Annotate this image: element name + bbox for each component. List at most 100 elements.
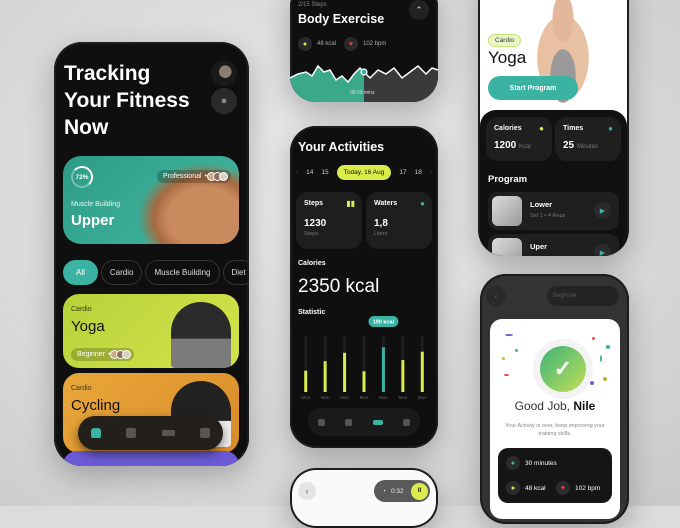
- avatar-group: [110, 350, 132, 359]
- play-icon[interactable]: ▶: [594, 202, 611, 219]
- card-category: Muscle Building: [71, 201, 121, 208]
- play-icon[interactable]: ▶: [594, 244, 611, 256]
- progress-ring: 72%: [71, 166, 93, 188]
- bottom-nav: [78, 416, 223, 450]
- confetti: [502, 357, 505, 360]
- bar[interactable]: [401, 360, 405, 392]
- clock-icon: ●: [608, 124, 613, 133]
- level-label: Beginner: [77, 351, 106, 358]
- tile-value: 1,8: [374, 218, 388, 229]
- activities-screen: Your Activities ‹ 14 15 Today, 16 Aug 17…: [290, 126, 438, 448]
- date-item[interactable]: 17: [399, 169, 406, 176]
- tile-label: Waters: [374, 200, 398, 207]
- confetti: [592, 337, 595, 340]
- confetti: [505, 334, 513, 336]
- back-button[interactable]: ‹: [486, 286, 506, 306]
- home-icon[interactable]: [90, 428, 101, 438]
- elapsed-time: 08:03 mins: [350, 90, 375, 96]
- start-program-button[interactable]: Start Program: [488, 76, 578, 100]
- user-name: Nile: [573, 399, 596, 413]
- kcal-value: 48 kcal: [525, 484, 546, 492]
- chip-cardio[interactable]: Cardio: [100, 260, 143, 285]
- bar[interactable]: [323, 361, 327, 392]
- crown-icon[interactable]: [200, 428, 211, 438]
- bell-icon[interactable]: ●: [211, 88, 237, 114]
- calendar-icon[interactable]: [126, 428, 137, 438]
- confetti: [515, 349, 518, 352]
- tile-label: Calories: [494, 125, 522, 132]
- tile-unit: Kcal: [519, 144, 531, 150]
- confetti: [590, 381, 594, 385]
- bar[interactable]: [362, 371, 366, 392]
- bar[interactable]: [304, 370, 308, 392]
- filter-chips: All Cardio Muscle Building Diet: [63, 260, 249, 285]
- program-heading: Program: [488, 174, 528, 185]
- heart-icon: ♥: [556, 481, 570, 495]
- stopwatch-icon: ◔: [382, 487, 386, 495]
- exercise-thumbnail: [492, 238, 522, 256]
- bpm-stat: ♥ 102 bpm: [344, 37, 386, 51]
- x-tick-label: Mon: [301, 395, 310, 400]
- date-item[interactable]: 14: [306, 169, 313, 176]
- back-button[interactable]: ‹: [298, 482, 316, 500]
- date-item-today[interactable]: Today, 16 Aug: [336, 165, 392, 180]
- prev-icon[interactable]: ‹: [296, 169, 298, 176]
- confetti: [504, 374, 509, 376]
- x-tick-label: Mon: [418, 395, 427, 400]
- chip-muscle-building[interactable]: Muscle Building: [145, 260, 220, 285]
- avatar[interactable]: [211, 60, 237, 86]
- featured-card[interactable]: 72% Professional • Muscle Building Upper: [63, 156, 239, 244]
- confetti: [606, 345, 610, 349]
- date-item[interactable]: 18: [415, 169, 422, 176]
- workout-screen: ‹ ◔ 0:32 II: [290, 468, 438, 528]
- exercise-thumbnail: [492, 196, 522, 226]
- card-name: Yoga: [71, 318, 105, 335]
- bar[interactable]: [420, 351, 424, 392]
- bar[interactable]: [381, 347, 385, 392]
- result-summary: ● 30 minutes ● 48 kcal ♥ 102 bpm: [498, 448, 612, 503]
- kcal-value: 48 kcal: [317, 41, 337, 47]
- tile-unit: Steps: [304, 231, 319, 237]
- program-item[interactable]: Uper ▶: [488, 234, 619, 256]
- tooltip-label: 190 kcal: [373, 320, 395, 326]
- flame-icon: ●: [298, 37, 312, 51]
- bottom-nav: [308, 408, 420, 436]
- x-tick-label: Mon: [340, 395, 349, 400]
- crown-icon[interactable]: [402, 418, 410, 426]
- chip-diet[interactable]: Diet: [222, 260, 249, 285]
- pause-button[interactable]: II: [411, 482, 428, 500]
- dumbbell-icon[interactable]: [161, 430, 175, 436]
- card-name: Upper: [71, 212, 115, 229]
- tile-unit: Liters: [374, 231, 388, 237]
- droplet-icon: ●: [420, 199, 425, 208]
- bpm-value: 102 bpm: [363, 41, 387, 47]
- calendar-icon[interactable]: [345, 418, 353, 426]
- clock-icon: ●: [506, 456, 520, 470]
- program-card-yoga[interactable]: Cardio Yoga Beginner •: [63, 294, 239, 368]
- flame-icon: ●: [539, 124, 544, 133]
- step-counter: 2/15 Steps: [298, 2, 327, 8]
- chip-all[interactable]: All: [63, 260, 98, 285]
- dumbbell-icon[interactable]: [372, 419, 383, 425]
- program-details: Calories ● 1200 Kcal Times ● 25 Minutes …: [480, 110, 627, 256]
- program-card-next[interactable]: [63, 451, 239, 466]
- bpm-stat: ♥ 102 bpm: [556, 481, 600, 495]
- program-item[interactable]: Lower Set 1 • 4 Reps ▶: [488, 192, 619, 230]
- home-icon[interactable]: [318, 418, 326, 426]
- yoga-detail-screen: Cardio Yoga Start Program Calories ● 120…: [478, 0, 629, 256]
- next-icon[interactable]: ›: [430, 169, 432, 176]
- category-pill: Cardio: [488, 34, 522, 47]
- completion-screen: ‹ Beginner ✓ Good Job, Nile Your Activit…: [480, 274, 629, 524]
- calories-tile: Calories ● 1200 Kcal: [486, 117, 552, 161]
- x-tick-label: Mon: [321, 395, 330, 400]
- statistic-label: Statistic: [298, 309, 326, 316]
- x-tick-label: Mon: [398, 395, 407, 400]
- avatar-group: [207, 172, 228, 181]
- confetti: [600, 355, 602, 362]
- date-item[interactable]: 15: [321, 169, 328, 176]
- bar[interactable]: [343, 352, 347, 392]
- timer: ◔ 0:32 II: [374, 480, 430, 502]
- tile-label: Times: [563, 125, 584, 132]
- chevron-up-icon[interactable]: ⌃: [409, 0, 429, 20]
- x-tick-label: Mon: [379, 395, 388, 400]
